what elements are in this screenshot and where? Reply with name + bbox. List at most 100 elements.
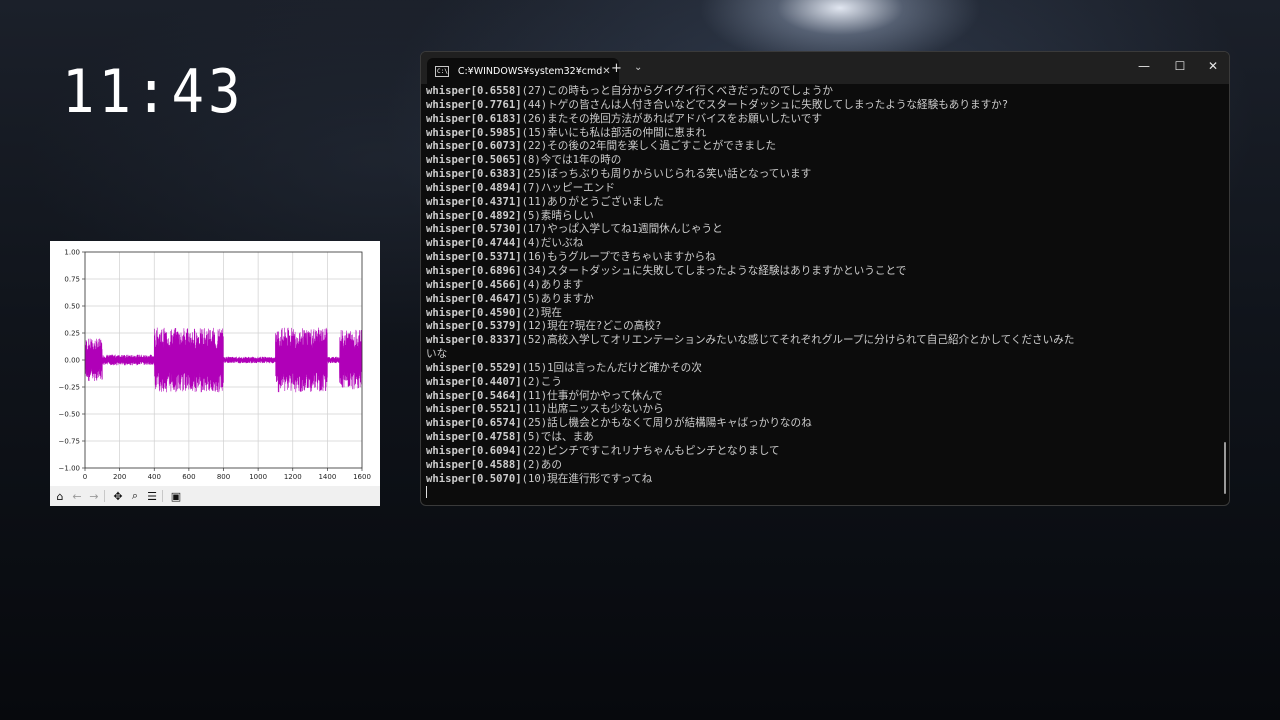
terminal-line: whisper[0.6896](34)スタートダッシュに失敗してしまったような経… bbox=[426, 265, 1209, 279]
line-prefix: whisper[0.8337] bbox=[426, 334, 522, 347]
x-tick-label: 0 bbox=[83, 473, 87, 481]
toolbar-divider bbox=[162, 490, 163, 502]
terminal-line: whisper[0.5985](15)幸いにも私は部活の仲間に恵まれ bbox=[426, 127, 1209, 141]
line-prefix: whisper[0.4744] bbox=[426, 237, 522, 250]
line-prefix: whisper[0.6073] bbox=[426, 140, 522, 153]
line-prefix: whisper[0.6574] bbox=[426, 417, 522, 430]
scrollbar-thumb[interactable] bbox=[1224, 442, 1226, 494]
line-text: (27)この時もっと自分からグイグイ行くべきだったのでしょうか bbox=[521, 85, 834, 97]
line-text: いな bbox=[426, 348, 448, 361]
terminal-window: C:\ C:¥WINDOWS¥system32¥cmd ✕ + ⌄ — ☐ ✕ … bbox=[420, 51, 1230, 506]
line-prefix: whisper[0.5065] bbox=[426, 154, 522, 167]
tab-close-icon[interactable]: ✕ bbox=[602, 66, 610, 77]
line-prefix: whisper[0.4894] bbox=[426, 181, 522, 194]
terminal-line: whisper[0.7761](44)トゲの皆さんは人付き合いなどでスタートダッ… bbox=[426, 99, 1209, 113]
move-icon[interactable]: ✥ bbox=[111, 489, 125, 503]
terminal-line: whisper[0.5070](10)現在進行形ですってね bbox=[426, 473, 1209, 487]
minimize-button[interactable]: — bbox=[1134, 59, 1154, 73]
chevron-down-icon[interactable]: ⌄ bbox=[634, 62, 642, 73]
y-tick-label: −0.50 bbox=[59, 411, 80, 419]
terminal-line: whisper[0.4758](5)では、まあ bbox=[426, 431, 1209, 445]
line-prefix: whisper[0.4566] bbox=[426, 278, 522, 291]
line-text: (25)話し機会とかもなくて周りが結構陽キャばっかりなのね bbox=[521, 417, 812, 430]
line-text: (25)ぼっちぶりも周りからいじられる笑い話となっています bbox=[521, 168, 812, 181]
line-text: (11)ありがとうございました bbox=[521, 195, 664, 208]
y-tick-label: 0.75 bbox=[64, 276, 80, 284]
terminal-line: whisper[0.4590](2)現在 bbox=[426, 307, 1209, 321]
prompt-line[interactable] bbox=[426, 486, 1209, 500]
line-text: (4)あります bbox=[521, 278, 584, 291]
line-prefix: whisper[0.6383] bbox=[426, 168, 522, 181]
line-text: (17)やっぱ入学してね1週間休んじゃうと bbox=[521, 223, 723, 236]
terminal-line: whisper[0.5464](11)仕事が何かやって休んで bbox=[426, 390, 1209, 404]
line-text: (2)こう bbox=[521, 375, 562, 388]
line-prefix: whisper[0.5371] bbox=[426, 251, 522, 264]
x-tick-label: 1000 bbox=[249, 473, 267, 481]
line-text: (2)現在 bbox=[521, 306, 562, 319]
line-text: (52)高校入学してオリエンテーションみたいな感じてそれぞれグループに分けられて… bbox=[521, 334, 1075, 347]
forward-arrow-icon[interactable]: → bbox=[87, 489, 101, 503]
line-prefix: whisper[0.7761] bbox=[426, 98, 522, 111]
line-prefix: whisper[0.4371] bbox=[426, 195, 522, 208]
line-text: (11)仕事が何かやって休んで bbox=[521, 389, 663, 402]
terminal-line: いな bbox=[426, 348, 1209, 362]
line-prefix: whisper[0.5730] bbox=[426, 223, 522, 236]
line-prefix: whisper[0.5985] bbox=[426, 126, 522, 139]
tab-cmd[interactable]: C:\ C:¥WINDOWS¥system32¥cmd ✕ bbox=[427, 58, 619, 84]
terminal-output[interactable]: whisper[0.6558](27)この時もっと自分からグイグイ行くべきだった… bbox=[426, 85, 1209, 505]
y-tick-label: 0.25 bbox=[64, 330, 80, 338]
terminal-line: whisper[0.8337](52)高校入学してオリエンテーションみたいな感じ… bbox=[426, 334, 1209, 348]
line-prefix: whisper[0.4892] bbox=[426, 209, 522, 222]
line-text: (8)今では1年の時の bbox=[521, 154, 622, 167]
line-prefix: whisper[0.4588] bbox=[426, 458, 522, 471]
x-tick-label: 1600 bbox=[353, 473, 371, 481]
terminal-line: whisper[0.4892](5)素晴らしい bbox=[426, 210, 1209, 224]
line-prefix: whisper[0.6183] bbox=[426, 112, 522, 125]
line-text: (15)1回は言ったんだけど確かその次 bbox=[521, 361, 702, 374]
terminal-line: whisper[0.5065](8)今では1年の時の bbox=[426, 154, 1209, 168]
line-prefix: whisper[0.5529] bbox=[426, 361, 522, 374]
terminal-line: whisper[0.6094](22)ピンチですこれリナちゃんもピンチとなりまし… bbox=[426, 445, 1209, 459]
waveform-chart: 1.00 0.75 0.50 0.25 0.00 −0.25 −0.50 −0.75 −1.00… bbox=[59, 249, 371, 482]
line-prefix: whisper[0.4590] bbox=[426, 306, 522, 319]
terminal-line: whisper[0.4894](7)ハッピーエンド bbox=[426, 182, 1209, 196]
home-icon[interactable]: ⌂ bbox=[53, 489, 67, 503]
terminal-line: whisper[0.4647](5)ありますか bbox=[426, 293, 1209, 307]
zoom-icon[interactable]: ⌕ bbox=[128, 489, 142, 503]
terminal-line: whisper[0.6574](25)話し機会とかもなくて周りが結構陽キャばっか… bbox=[426, 417, 1209, 431]
line-prefix: whisper[0.4758] bbox=[426, 431, 522, 444]
tab-title: C:¥WINDOWS¥system32¥cmd bbox=[457, 65, 603, 77]
x-tick-label: 600 bbox=[182, 473, 195, 481]
clock-display: 11:43 bbox=[62, 56, 245, 127]
waveform-series bbox=[84, 327, 363, 393]
terminal-line: whisper[0.6383](25)ぼっちぶりも周りからいじられる笑い話となっ… bbox=[426, 168, 1209, 182]
back-arrow-icon[interactable]: ← bbox=[70, 489, 84, 503]
line-prefix: whisper[0.5521] bbox=[426, 403, 522, 416]
terminal-line: whisper[0.4371](11)ありがとうございました bbox=[426, 196, 1209, 210]
terminal-line: whisper[0.6558](27)この時もっと自分からグイグイ行くべきだった… bbox=[426, 85, 1209, 99]
terminal-line: whisper[0.4407](2)こう bbox=[426, 376, 1209, 390]
x-tick-label: 1400 bbox=[318, 473, 336, 481]
x-tick-label: 200 bbox=[113, 473, 126, 481]
y-tick-label: −0.75 bbox=[59, 438, 80, 446]
line-prefix: whisper[0.4647] bbox=[426, 292, 522, 305]
x-tick-label: 400 bbox=[148, 473, 161, 481]
title-bar: C:\ C:¥WINDOWS¥system32¥cmd ✕ + ⌄ — ☐ ✕ bbox=[421, 52, 1229, 84]
text-cursor bbox=[426, 486, 427, 499]
line-text: (10)現在進行形ですってね bbox=[521, 472, 653, 485]
terminal-line: whisper[0.5379](12)現在?現在?どこの高校? bbox=[426, 320, 1209, 334]
save-icon[interactable]: ▣ bbox=[169, 489, 183, 503]
line-text: (5)では、まあ bbox=[521, 431, 594, 444]
new-tab-button[interactable]: + bbox=[611, 61, 622, 76]
terminal-line: whisper[0.6183](26)またその挽回方法があればアドバイスをお願い… bbox=[426, 113, 1209, 127]
close-button[interactable]: ✕ bbox=[1203, 59, 1223, 73]
line-text: (22)ピンチですこれリナちゃんもピンチとなりまして bbox=[521, 444, 780, 457]
y-tick-label: −0.25 bbox=[59, 384, 80, 392]
line-prefix: whisper[0.5464] bbox=[426, 389, 522, 402]
line-prefix: whisper[0.6896] bbox=[426, 264, 522, 277]
configure-icon[interactable]: ☰ bbox=[145, 489, 159, 503]
line-prefix: whisper[0.5379] bbox=[426, 320, 522, 333]
terminal-line: whisper[0.5529](15)1回は言ったんだけど確かその次 bbox=[426, 362, 1209, 376]
maximize-button[interactable]: ☐ bbox=[1170, 59, 1190, 73]
line-text: (34)スタートダッシュに失敗してしまったような経験はありますかということで bbox=[521, 264, 907, 277]
